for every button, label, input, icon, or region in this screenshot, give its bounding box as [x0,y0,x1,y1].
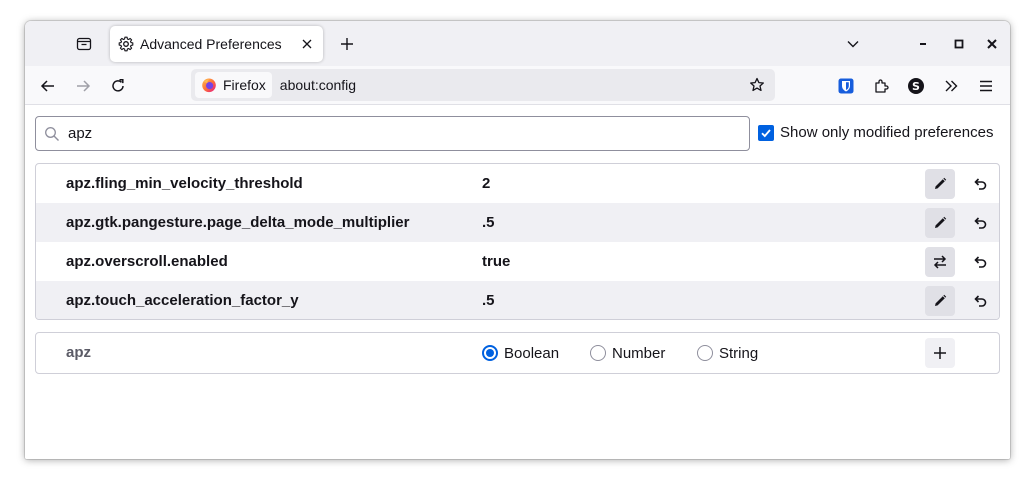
extensions-button[interactable] [867,72,895,100]
navigation-toolbar: Firefox about:config S [25,66,1010,105]
forward-button[interactable] [69,72,97,100]
url-bar[interactable]: Firefox about:config [191,69,775,101]
add-preference-row: apz Boolean Number String [35,332,1000,374]
radio-label: Boolean [504,344,560,362]
chevron-down-icon [847,41,859,48]
table-row: apz.touch_acceleration_factor_y .5 [36,281,999,319]
edit-button[interactable] [925,208,955,238]
reset-button[interactable] [965,208,995,238]
swap-arrows-icon [933,255,947,269]
maximize-icon [954,39,964,49]
app-menu-button[interactable] [972,72,1000,100]
s-badge-icon: S [908,78,924,94]
back-button[interactable] [34,72,62,100]
show-modified-label: Show only modified preferences [780,124,994,141]
reset-button[interactable] [965,247,995,277]
firefox-logo-icon [202,78,216,93]
reset-button[interactable] [965,286,995,316]
puzzle-piece-icon [875,79,889,93]
overflow-menu-button[interactable] [937,72,965,100]
reload-icon [112,79,124,92]
undo-icon [974,217,987,229]
pref-name: apz.gtk.pangesture.page_delta_mode_multi… [66,214,410,231]
radio-button[interactable] [697,345,713,361]
pencil-icon [935,177,947,189]
new-tab-button[interactable] [335,32,359,56]
pref-name: apz.overscroll.enabled [66,253,228,270]
account-extension-button[interactable]: S [902,72,930,100]
pref-name: apz.fling_min_velocity_threshold [66,175,303,192]
reset-button[interactable] [965,169,995,199]
radio-button[interactable] [590,345,606,361]
pref-value[interactable]: true [482,242,510,281]
type-radio-boolean[interactable]: Boolean [482,333,559,373]
arrow-left-icon [40,80,54,92]
radio-button[interactable] [482,345,498,361]
close-window-button[interactable] [980,32,1004,56]
gear-icon [118,36,134,52]
table-row: apz.overscroll.enabled true [36,242,999,281]
bitwarden-extension-button[interactable] [832,72,860,100]
bitwarden-shield-icon [838,78,854,94]
pref-value[interactable]: .5 [482,281,495,319]
tab-close-button[interactable] [295,32,319,56]
svg-text:S: S [912,80,920,93]
new-pref-name: apz [66,344,92,361]
table-row: apz.fling_min_velocity_threshold 2 [36,164,999,203]
firefox-view-button[interactable] [72,32,96,56]
pref-value[interactable]: .5 [482,203,495,242]
pref-value[interactable]: 2 [482,164,490,203]
url-text[interactable]: about:config [280,77,745,93]
close-icon [987,39,997,49]
firefox-view-icon [76,37,92,51]
search-box[interactable] [35,116,750,151]
identity-label: Firefox [223,77,266,93]
minimize-icon [920,43,926,45]
edit-button[interactable] [925,169,955,199]
search-input[interactable] [68,125,668,142]
type-radio-string[interactable]: String [697,333,758,373]
tab-title: Advanced Preferences [140,36,282,52]
minimize-button[interactable] [911,32,935,56]
arrow-right-icon [77,80,91,92]
plus-icon [341,38,353,50]
browser-window: Advanced Preferences Firefox about:confi… [25,21,1010,459]
hamburger-menu-icon [980,80,992,92]
bookmark-star-button[interactable] [745,73,769,97]
identity-box[interactable]: Firefox [195,72,272,98]
edit-button[interactable] [925,286,955,316]
maximize-button[interactable] [947,32,971,56]
toggle-button[interactable] [925,247,955,277]
star-icon [750,77,764,92]
pencil-icon [935,216,947,228]
double-chevron-right-icon [945,80,958,92]
radio-label: Number [612,344,666,362]
pencil-icon [935,294,947,306]
reload-button[interactable] [104,72,132,100]
pref-name: apz.touch_acceleration_factor_y [66,292,299,309]
undo-icon [974,178,987,190]
search-icon [44,126,60,142]
tab-strip: Advanced Preferences [25,21,1010,66]
list-all-tabs-button[interactable] [841,32,865,56]
preferences-table: apz.fling_min_velocity_threshold 2 apz.g… [35,163,1000,320]
undo-icon [974,256,987,268]
close-icon [302,39,312,49]
undo-icon [974,295,987,307]
show-modified-toggle[interactable]: Show only modified preferences [758,124,993,141]
radio-label: String [719,344,759,362]
tab-advanced-preferences[interactable]: Advanced Preferences [110,26,323,62]
about-config-page: Show only modified preferences apz.fling… [25,106,1010,459]
show-modified-checkbox[interactable] [758,124,774,141]
add-button[interactable] [925,338,955,368]
plus-icon [934,347,946,359]
type-radio-number[interactable]: Number [590,333,665,373]
checkmark-icon [761,128,771,137]
table-row: apz.gtk.pangesture.page_delta_mode_multi… [36,203,999,242]
